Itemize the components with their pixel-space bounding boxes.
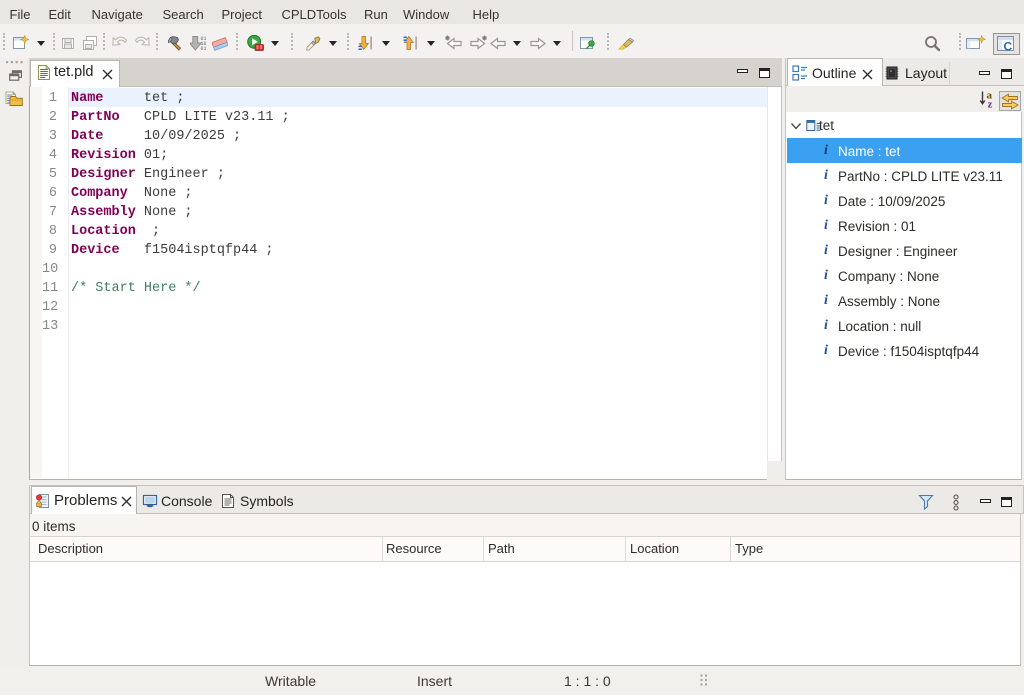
svg-text:C: C: [1004, 40, 1013, 54]
svg-text:z: z: [988, 99, 993, 109]
svg-text:01: 01: [201, 46, 207, 51]
